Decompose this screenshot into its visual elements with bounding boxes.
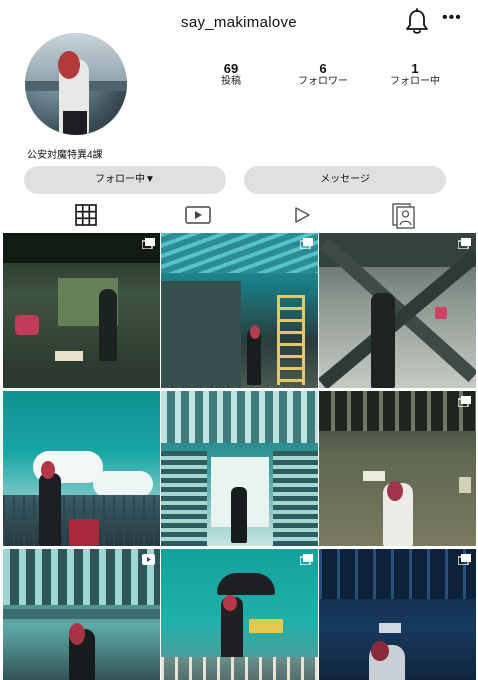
posts-count-value: 69 (223, 61, 239, 76)
avatar-legs (63, 111, 87, 135)
post-5-wall-right (273, 451, 318, 546)
play-icon[interactable] (288, 201, 316, 229)
carousel-icon (458, 396, 471, 407)
bell-icon[interactable] (404, 8, 430, 36)
message-button[interactable]: メッセージ (244, 166, 446, 194)
profile-tabs (0, 201, 478, 231)
post-4-cloud-b (93, 471, 153, 497)
post-9-sign (379, 623, 401, 633)
profile-stats: 69 投稿 6 フォロワー 1 フォロー中 (0, 62, 478, 102)
tagged-icon[interactable] (390, 201, 418, 229)
post-8-railing (161, 657, 318, 680)
post-thumbnail-7[interactable] (3, 549, 160, 680)
carousel-icon (300, 554, 313, 565)
post-7-beam (3, 609, 160, 619)
post-6-hair (387, 481, 403, 501)
post-1-ceiling (3, 233, 160, 263)
post-2-ladder (277, 295, 305, 385)
more-options-icon[interactable]: ••• (442, 10, 462, 26)
post-7-ceiling (3, 549, 160, 605)
post-2-roof (161, 233, 318, 273)
post-4-hair (41, 461, 55, 479)
post-5-wall-left (161, 451, 207, 546)
following-button[interactable]: フォロー中▼ (24, 166, 226, 194)
post-5-ceiling (161, 391, 318, 443)
post-8-umbrella (217, 573, 275, 595)
post-2-hair (250, 325, 260, 339)
followers-count[interactable]: 6 フォロワー (283, 62, 363, 88)
post-thumbnail-8[interactable] (161, 549, 318, 680)
post-thumbnail-9[interactable] (319, 549, 476, 680)
post-6-box (459, 477, 471, 493)
post-8-hair (223, 595, 237, 611)
carousel-icon (458, 554, 471, 565)
post-1-floor (3, 361, 160, 388)
carousel-icon (300, 238, 313, 249)
post-2-pillar (161, 281, 241, 388)
post-9-hair (371, 641, 389, 661)
grid-icon[interactable] (72, 201, 100, 229)
posts-count-label: 投稿 (221, 76, 241, 87)
profile-bio: 公安対魔特異4課 (27, 150, 103, 161)
post-4-figure (39, 473, 61, 546)
posts-count[interactable]: 69 投稿 (191, 62, 271, 88)
post-5-figure (231, 487, 247, 543)
posts-grid (0, 233, 478, 680)
post-1-scooter (15, 315, 39, 335)
followers-count-value: 6 (319, 61, 327, 76)
post-8-sign (249, 619, 283, 633)
post-thumbnail-3[interactable] (319, 233, 476, 388)
carousel-icon (142, 238, 155, 249)
post-3-light (435, 307, 447, 319)
post-thumbnail-5[interactable] (161, 391, 318, 546)
carousel-icon (458, 238, 471, 249)
post-6-ceiling (319, 391, 476, 431)
reel-icon (142, 554, 155, 565)
post-thumbnail-6[interactable] (319, 391, 476, 546)
post-3-figure (371, 293, 395, 388)
reels-icon[interactable] (184, 201, 212, 229)
post-thumbnail-1[interactable] (3, 233, 160, 388)
post-9-ceiling (319, 549, 476, 599)
followers-count-label: フォロワー (298, 76, 348, 87)
post-thumbnail-2[interactable] (161, 233, 318, 388)
post-thumbnail-4[interactable] (3, 391, 160, 546)
following-count-value: 1 (411, 61, 419, 76)
post-7-hair (69, 623, 85, 645)
following-count[interactable]: 1 フォロー中 (375, 62, 455, 88)
following-count-label: フォロー中 (390, 76, 440, 87)
post-6-sign (363, 471, 385, 481)
post-4-suitcase (69, 519, 99, 546)
